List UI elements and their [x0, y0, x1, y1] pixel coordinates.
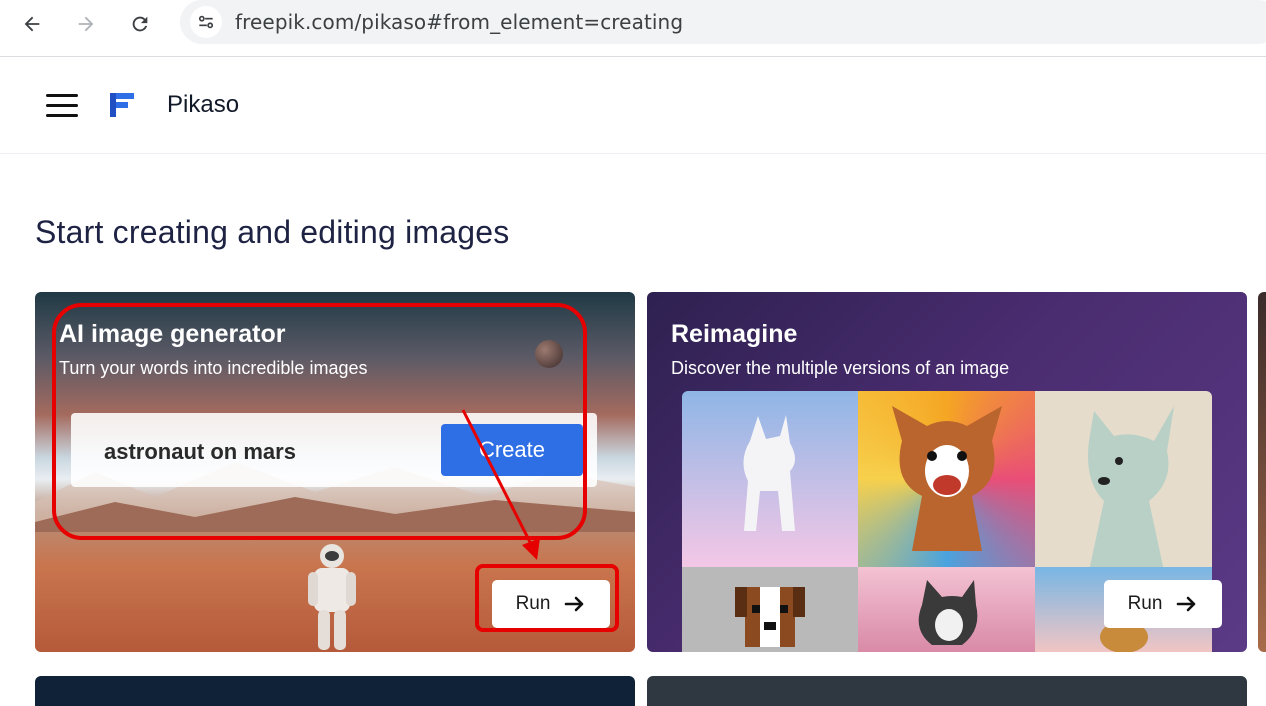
dog-image: [682, 391, 858, 567]
dog-image: [682, 567, 858, 652]
dog-image: [858, 391, 1035, 567]
site-info-button[interactable]: [190, 6, 222, 38]
reload-button[interactable]: [124, 8, 156, 40]
page-title: Start creating and editing images: [35, 214, 510, 250]
astronaut-image: [308, 544, 356, 650]
dog-image: [858, 567, 1035, 652]
dog-image: [1035, 391, 1212, 567]
card-subtitle: Discover the multiple versions of an ima…: [671, 358, 1010, 378]
url-text[interactable]: freepik.com/pikaso#from_element=creating: [235, 10, 683, 34]
app-title[interactable]: Pikaso: [167, 91, 239, 119]
tune-icon: [198, 15, 214, 29]
back-arrow-icon: [24, 16, 40, 32]
annotation-highlight: [52, 303, 587, 540]
back-button[interactable]: [16, 8, 48, 40]
run-button[interactable]: Run: [1104, 580, 1222, 628]
arrow-right-icon: [1177, 596, 1196, 612]
forward-button[interactable]: [70, 8, 102, 40]
partial-card[interactable]: [647, 676, 1247, 706]
pikaso-logo-icon[interactable]: [108, 91, 136, 119]
menu-icon[interactable]: [46, 94, 78, 118]
partial-card[interactable]: [35, 676, 635, 706]
reimagine-card[interactable]: Reimagine Discover the multiple versions…: [647, 292, 1247, 652]
card-title: Reimagine: [671, 320, 798, 348]
run-button-label: Run: [1127, 593, 1163, 614]
browser-toolbar: freepik.com/pikaso#from_element=creating: [0, 0, 1266, 57]
address-bar[interactable]: freepik.com/pikaso#from_element=creating: [180, 0, 1266, 44]
partial-card[interactable]: [1258, 292, 1266, 652]
forward-arrow-icon: [78, 16, 94, 32]
app-header: Pikaso: [0, 57, 1266, 154]
reload-icon: [132, 16, 148, 32]
annotation-highlight: [475, 564, 619, 632]
